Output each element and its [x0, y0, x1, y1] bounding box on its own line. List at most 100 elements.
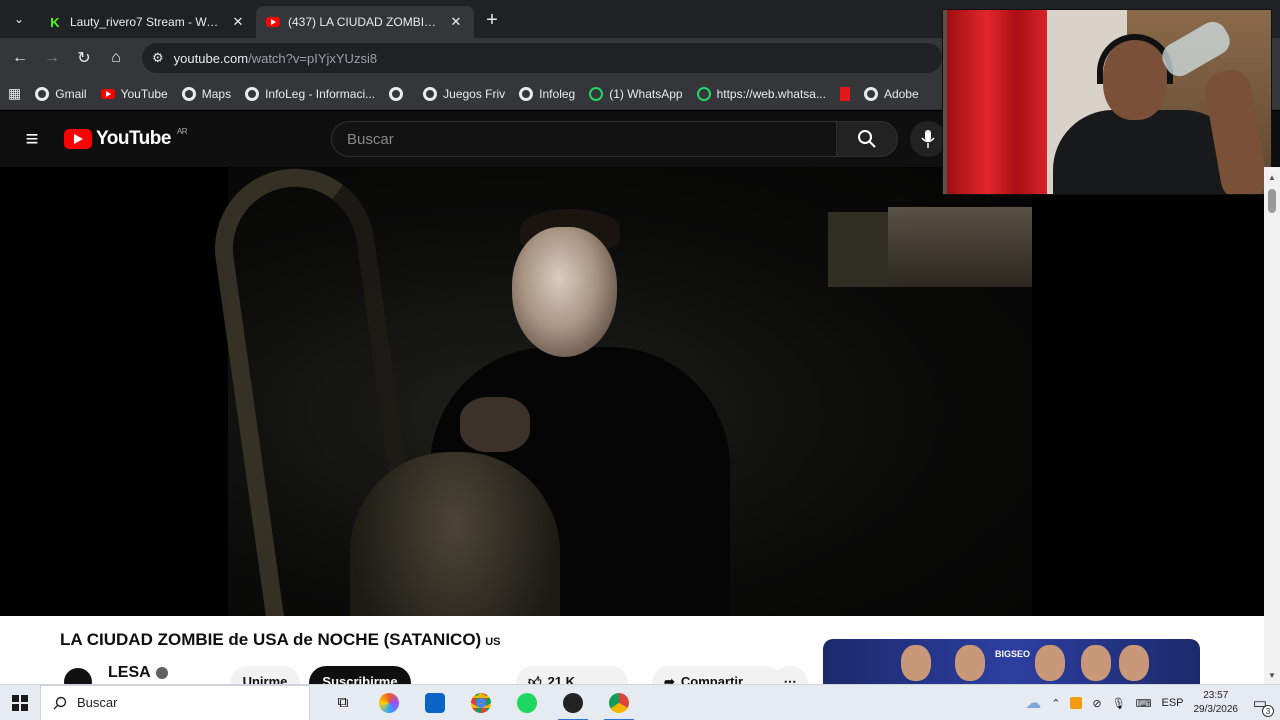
- voice-search-button[interactable]: [910, 121, 946, 157]
- bookmark-adobe-red[interactable]: [839, 86, 850, 101]
- address-bar[interactable]: ⚙ youtube.com/watch?v=pIYjxYUzsi8: [142, 43, 942, 73]
- bookmark-gmail[interactable]: Gmail: [35, 86, 87, 101]
- task-view-icon: ⧉: [337, 694, 349, 711]
- taskbar-chrome-profile[interactable]: [596, 685, 642, 720]
- bookmark-adobe[interactable]: Adobe: [863, 86, 919, 101]
- scroll-up-icon[interactable]: ▲: [1268, 173, 1276, 182]
- globe-icon: [35, 86, 50, 101]
- url-host: youtube.com: [173, 50, 249, 66]
- tab-title: Lauty_rivero7 Stream - Watch L: [70, 15, 222, 29]
- close-icon[interactable]: ✕: [448, 14, 464, 30]
- taskbar-copilot[interactable]: [366, 685, 412, 720]
- bookmark-label: InfoLeg - Informaci...: [265, 86, 376, 101]
- whatsapp-icon: [696, 86, 711, 101]
- microphone-icon: [921, 130, 935, 148]
- windows-taskbar: Buscar ⧉ ☁ ⌃ ⊘ 🎙︎ ⌨ ESP 23:57 29/3/2026 …: [0, 684, 1280, 720]
- spotify-icon: [517, 692, 537, 713]
- taskbar-apps: ⧉: [320, 685, 642, 720]
- tab-search-button[interactable]: ⌄: [4, 4, 34, 34]
- ad-brand: BIGSEO: [995, 649, 1031, 659]
- bookmark-label: https://web.whatsa...: [716, 86, 826, 101]
- task-view-button[interactable]: ⧉: [320, 685, 366, 720]
- taskbar-search[interactable]: Buscar: [40, 684, 310, 720]
- ad-person: [955, 645, 985, 681]
- search-button[interactable]: [836, 121, 898, 157]
- logo-text: YouTube: [96, 128, 171, 149]
- app-tray-icon[interactable]: [1070, 697, 1083, 709]
- globe-icon: [181, 86, 196, 101]
- bookmark-label: Infoleg: [539, 86, 576, 101]
- adobe-icon: [839, 86, 850, 101]
- clock-time: 23:57: [1203, 690, 1229, 701]
- clock[interactable]: 23:57 29/3/2026: [1194, 689, 1239, 717]
- youtube-logo[interactable]: YouTube AR: [64, 126, 188, 150]
- tab-title: (437) LA CIUDAD ZOMBIE de U: [288, 15, 440, 29]
- taskbar-search-placeholder: Buscar: [77, 695, 118, 710]
- video-letterbox: [1032, 167, 1264, 616]
- url-path: /watch?v=pIYjxYUzsi8: [248, 50, 378, 66]
- microphone-icon[interactable]: 🎙︎: [1112, 697, 1126, 710]
- bookmark-label: YouTube: [120, 86, 168, 101]
- start-button[interactable]: [0, 685, 40, 720]
- youtube-icon: [100, 88, 115, 99]
- notification-center-button[interactable]: ▭ 3: [1248, 691, 1274, 717]
- bookmark-label: Gmail: [55, 86, 87, 101]
- copilot-icon: [379, 692, 399, 713]
- bookmark-youtube[interactable]: YouTube: [100, 86, 168, 101]
- video-details: LA CIUDAD ZOMBIE de USA de NOCHE (SATANI…: [0, 616, 1264, 700]
- bookmark-whatsapp[interactable]: (1) WhatsApp: [589, 86, 683, 101]
- region-code: AR: [176, 126, 188, 136]
- globe-icon: [863, 86, 878, 101]
- menu-icon[interactable]: ≡: [12, 126, 52, 152]
- bookmark-infoleg[interactable]: Infoleg: [519, 86, 576, 101]
- person-face: [512, 227, 617, 357]
- reload-button[interactable]: ↻: [70, 44, 98, 72]
- bookmark-maps[interactable]: Maps: [181, 86, 231, 101]
- language-indicator[interactable]: ESP: [1161, 697, 1183, 709]
- bookmark-infoleg-informacion[interactable]: InfoLeg - Informaci...: [245, 86, 376, 101]
- tab-youtube-video[interactable]: (437) LA CIUDAD ZOMBIE de U ✕: [256, 6, 474, 38]
- taskbar-chrome[interactable]: [458, 685, 504, 720]
- search-icon: [53, 696, 67, 709]
- home-button[interactable]: ⌂: [102, 44, 130, 72]
- bookmark-unnamed[interactable]: [389, 86, 409, 101]
- bookmark-label: Juegos Friv: [443, 86, 506, 101]
- whatsapp-icon: [589, 86, 604, 101]
- new-tab-button[interactable]: +: [478, 6, 506, 34]
- network-icon[interactable]: ⊘: [1092, 697, 1101, 710]
- tab-kick-stream[interactable]: K Lauty_rivero7 Stream - Watch L ✕: [38, 6, 256, 38]
- scrollbar-thumb[interactable]: [1268, 189, 1276, 213]
- search-input[interactable]: Buscar: [331, 121, 837, 157]
- page-scrollbar[interactable]: ▲ ▼: [1264, 167, 1280, 684]
- taskbar-spotify[interactable]: [504, 685, 550, 720]
- back-button[interactable]: ←: [6, 44, 34, 72]
- bookmark-label: Adobe: [883, 86, 919, 101]
- clock-date: 29/3/2026: [1193, 704, 1239, 715]
- notification-badge: 3: [1262, 705, 1274, 717]
- car-window: [888, 207, 1038, 287]
- video-title-text: LA CIUDAD ZOMBIE de USA de NOCHE (SATANI…: [60, 630, 482, 649]
- bookmark-juegos-friv[interactable]: Juegos Friv: [423, 86, 506, 101]
- outlook-icon: [425, 692, 445, 713]
- taskbar-outlook[interactable]: [412, 685, 458, 720]
- video-player[interactable]: [0, 167, 1264, 616]
- youtube-icon: [266, 15, 280, 29]
- windows-icon: [12, 694, 28, 711]
- ad-person: [1035, 645, 1065, 681]
- taskbar-obs[interactable]: [550, 685, 596, 720]
- chevron-up-icon[interactable]: ⌃: [1051, 697, 1060, 710]
- flag-emoji: US: [485, 636, 501, 648]
- apps-grid-icon[interactable]: ▦: [8, 85, 21, 102]
- channel-name[interactable]: LESA: [108, 664, 168, 682]
- close-icon[interactable]: ✕: [230, 14, 246, 30]
- globe-icon: [245, 86, 260, 101]
- scroll-down-icon[interactable]: ▼: [1268, 671, 1276, 680]
- keyboard-icon[interactable]: ⌨: [1136, 697, 1152, 710]
- red-curtain: [947, 10, 1047, 194]
- forward-button[interactable]: →: [38, 44, 66, 72]
- bookmark-label: (1) WhatsApp: [609, 86, 683, 101]
- weather-icon[interactable]: ☁: [1025, 693, 1041, 713]
- ad-banner[interactable]: BIGSEO: [823, 639, 1200, 684]
- bookmark-web-whatsapp[interactable]: https://web.whatsa...: [696, 86, 826, 101]
- site-info-icon[interactable]: ⚙: [152, 50, 164, 66]
